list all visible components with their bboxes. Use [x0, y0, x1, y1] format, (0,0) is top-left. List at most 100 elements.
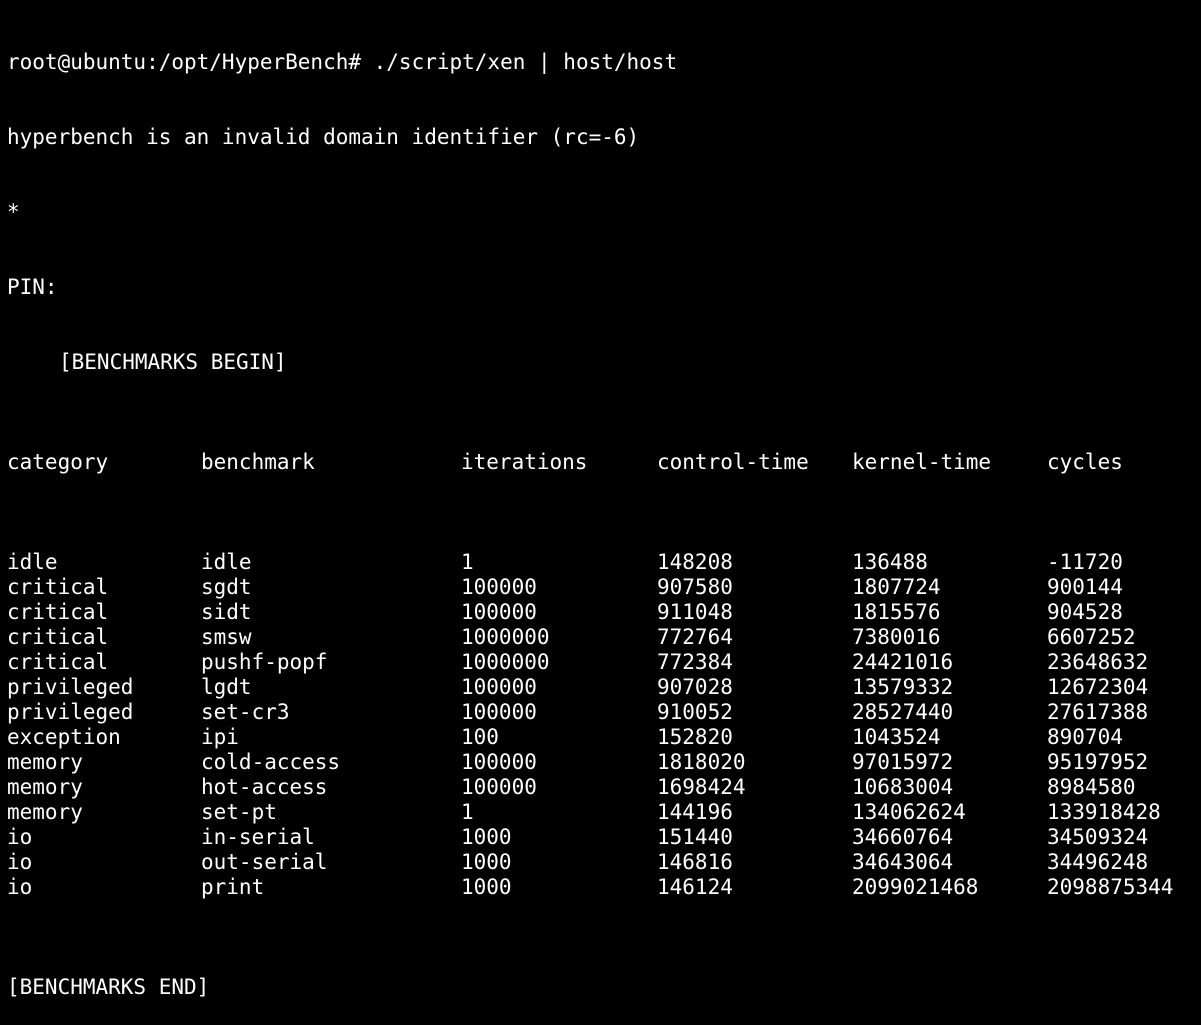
- cell-kernel-time: 13579332: [852, 675, 954, 699]
- header-kernel-time: kernel-time: [852, 450, 992, 474]
- cell-benchmark: in-serial: [201, 825, 315, 849]
- cell-category: memory: [7, 775, 83, 799]
- cell-cycles: 133918428: [1047, 800, 1161, 824]
- cell-category: critical: [7, 600, 109, 624]
- table-row: io print 1000 146124 2099021468 2098875344: [7, 875, 1201, 900]
- pin-output-line: PIN:: [7, 275, 58, 299]
- cell-kernel-time: 97015972: [852, 750, 954, 774]
- cell-control-time: 772764: [657, 625, 733, 649]
- cell-control-time: 148208: [657, 550, 733, 574]
- cell-benchmark: set-pt: [201, 800, 277, 824]
- cell-control-time: 1698424: [657, 775, 746, 799]
- cell-iterations: 1000000: [461, 625, 550, 649]
- cell-category: critical: [7, 625, 109, 649]
- cell-control-time: 1818020: [657, 750, 746, 774]
- cell-control-time: 911048: [657, 600, 733, 624]
- cell-benchmark: cold-access: [201, 750, 341, 774]
- table-row: memory set-pt 1 144196 134062624 133918428: [7, 800, 1201, 825]
- cell-kernel-time: 7380016: [852, 625, 941, 649]
- cell-cycles: -11720: [1047, 550, 1123, 574]
- cell-iterations: 1: [461, 550, 474, 574]
- cell-kernel-time: 136488: [852, 550, 928, 574]
- cell-control-time: 144196: [657, 800, 733, 824]
- header-control-time: control-time: [657, 450, 809, 474]
- cell-category: privileged: [7, 700, 134, 724]
- cell-category: critical: [7, 650, 109, 674]
- cell-cycles: 34496248: [1047, 850, 1149, 874]
- cell-control-time: 907580: [657, 575, 733, 599]
- cell-iterations: 1000000: [461, 650, 550, 674]
- command-prompt-line: root@ubuntu:/opt/HyperBench# ./script/xe…: [7, 50, 678, 74]
- cell-iterations: 100000: [461, 600, 537, 624]
- cell-benchmark: pushf-popf: [201, 650, 328, 674]
- cell-iterations: 1: [461, 800, 474, 824]
- cell-control-time: 146816: [657, 850, 733, 874]
- cell-category: memory: [7, 750, 83, 774]
- cell-iterations: 100000: [461, 700, 537, 724]
- cell-kernel-time: 10683004: [852, 775, 954, 799]
- cell-kernel-time: 1815576: [852, 600, 941, 624]
- header-cycles: cycles: [1047, 450, 1123, 474]
- table-row: idle idle 1 148208 136488 -11720: [7, 550, 1201, 575]
- cell-benchmark: idle: [201, 550, 252, 574]
- cell-benchmark: print: [201, 875, 265, 899]
- table-row: memory cold-access 100000 1818020 97015972 95…: [7, 750, 1201, 775]
- table-row: critical sidt 100000 911048 1815576 904528: [7, 600, 1201, 625]
- cell-iterations: 100000: [461, 750, 537, 774]
- cell-control-time: 146124: [657, 875, 733, 899]
- cell-benchmark: hot-access: [201, 775, 328, 799]
- error-output-line: hyperbench is an invalid domain identifi…: [7, 125, 640, 149]
- cell-kernel-time: 34660764: [852, 825, 954, 849]
- cell-benchmark: set-cr3: [201, 700, 290, 724]
- cell-cycles: 12672304: [1047, 675, 1149, 699]
- star-output-line: *: [7, 200, 20, 224]
- cell-category: critical: [7, 575, 109, 599]
- cell-iterations: 100: [461, 725, 499, 749]
- cell-iterations: 1000: [461, 825, 512, 849]
- cell-cycles: 900144: [1047, 575, 1123, 599]
- header-category: category: [7, 450, 109, 474]
- cell-iterations: 1000: [461, 850, 512, 874]
- cell-category: io: [7, 825, 33, 849]
- benchmarks-begin-line: [BENCHMARKS BEGIN]: [59, 350, 287, 374]
- cell-category: io: [7, 850, 33, 874]
- cell-iterations: 1000: [461, 875, 512, 899]
- cell-cycles: 890704: [1047, 725, 1123, 749]
- cell-cycles: 2098875344: [1047, 875, 1174, 899]
- cell-kernel-time: 24421016: [852, 650, 954, 674]
- cell-kernel-time: 1807724: [852, 575, 941, 599]
- cell-benchmark: smsw: [201, 625, 252, 649]
- header-iterations: iterations: [461, 450, 588, 474]
- table-header-row: category benchmark iterations control-ti…: [7, 450, 1201, 475]
- cell-cycles: 8984580: [1047, 775, 1136, 799]
- cell-benchmark: lgdt: [201, 675, 252, 699]
- table-row: io in-serial 1000 151440 34660764 34509324: [7, 825, 1201, 850]
- header-benchmark: benchmark: [201, 450, 315, 474]
- table-row: privileged set-cr3 100000 910052 28527440 276…: [7, 700, 1201, 725]
- cell-category: memory: [7, 800, 83, 824]
- cell-cycles: 6607252: [1047, 625, 1136, 649]
- table-row: memory hot-access 100000 1698424 10683004 898…: [7, 775, 1201, 800]
- cell-category: idle: [7, 550, 58, 574]
- cell-iterations: 100000: [461, 575, 537, 599]
- table-row: privileged lgdt 100000 907028 13579332 126723…: [7, 675, 1201, 700]
- cell-category: io: [7, 875, 33, 899]
- cell-control-time: 152820: [657, 725, 733, 749]
- benchmarks-end-line: [BENCHMARKS END]: [7, 975, 210, 999]
- table-row: io out-serial 1000 146816 34643064 34496248: [7, 850, 1201, 875]
- cell-cycles: 95197952: [1047, 750, 1149, 774]
- cell-kernel-time: 134062624: [852, 800, 966, 824]
- cell-category: exception: [7, 725, 121, 749]
- cell-control-time: 907028: [657, 675, 733, 699]
- cell-kernel-time: 2099021468: [852, 875, 979, 899]
- benchmark-table-body: idle idle 1 148208 136488 -11720 critical sgdt 1…: [7, 550, 1201, 900]
- cell-benchmark: sgdt: [201, 575, 252, 599]
- cell-cycles: 27617388: [1047, 700, 1149, 724]
- cell-control-time: 772384: [657, 650, 733, 674]
- cell-cycles: 34509324: [1047, 825, 1149, 849]
- cell-kernel-time: 34643064: [852, 850, 954, 874]
- cell-kernel-time: 1043524: [852, 725, 941, 749]
- cell-cycles: 904528: [1047, 600, 1123, 624]
- terminal-window[interactable]: root@ubuntu:/opt/HyperBench# ./script/xe…: [0, 0, 1201, 999]
- cell-control-time: 151440: [657, 825, 733, 849]
